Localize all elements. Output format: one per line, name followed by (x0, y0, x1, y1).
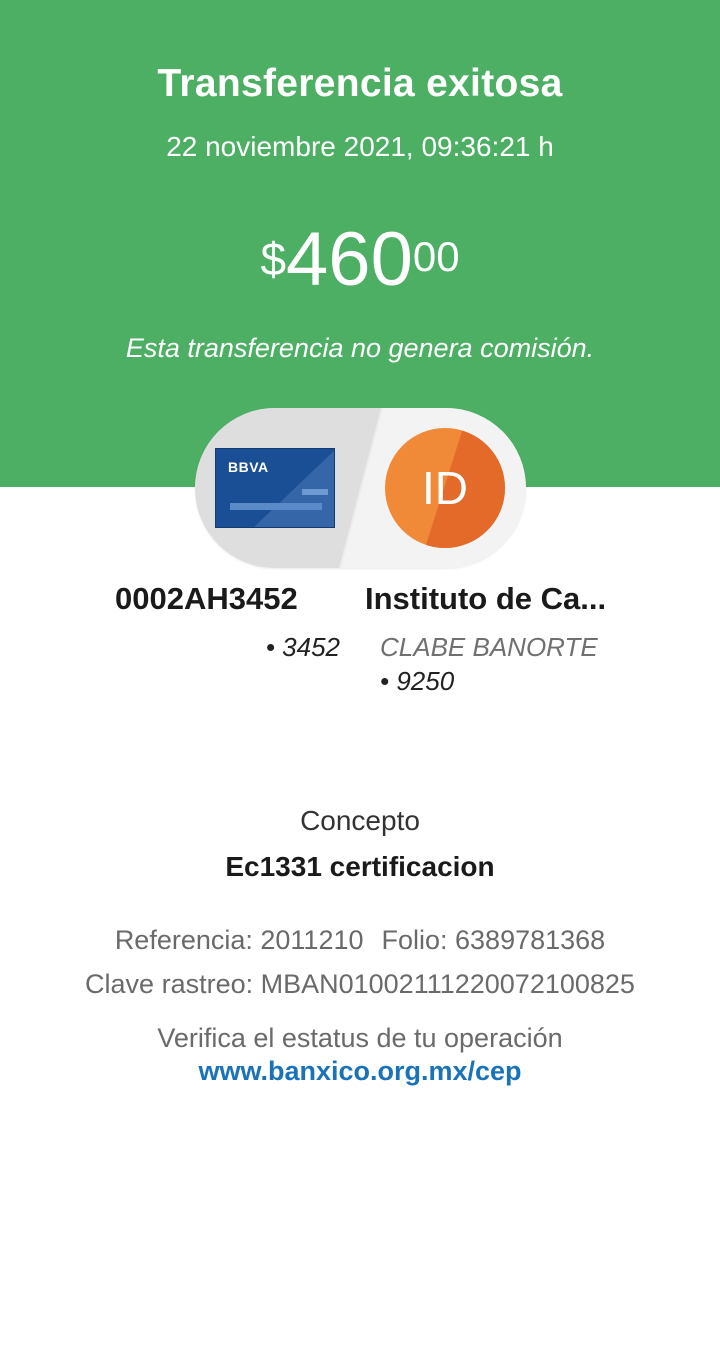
reference-line: Referencia: 2011210 Folio: 6389781368 (0, 925, 720, 956)
transfer-parties-pill: BBVA ID (195, 408, 526, 568)
recipient-name: Instituto de Ca... (365, 581, 607, 616)
transfer-receipt-screen: Transferencia exitosa 22 noviembre 2021,… (0, 0, 720, 1361)
banxico-cep-link[interactable]: www.banxico.org.mx/cep (0, 1056, 720, 1087)
transfer-datetime: 22 noviembre 2021, 09:36:21 h (166, 131, 554, 162)
fee-note: Esta transferencia no genera comisión. (125, 333, 595, 363)
amount-decimals: 00 (412, 233, 460, 280)
avatar-initials: ID (422, 462, 468, 514)
transfer-amount: $46000 (0, 222, 720, 298)
concept-value: Ec1331 certificacion (225, 851, 495, 882)
folio-number: Folio: 6389781368 (381, 925, 606, 955)
source-account-tail: • 3452 (265, 632, 340, 662)
amount-integer: 460 (286, 217, 413, 302)
amount-currency: $ (260, 233, 287, 285)
recipient-bank: CLABE BANORTE (380, 632, 598, 662)
card-brand-logo: BBVA (228, 459, 269, 475)
source-account-name: 0002AH3452 (115, 581, 298, 616)
verify-status-text: Verifica el estatus de tu operación (157, 1023, 563, 1053)
bank-card-icon: BBVA (215, 448, 335, 528)
page-title: Transferencia exitosa (157, 62, 563, 105)
recipient-account-tail: • 9250 (380, 666, 455, 696)
reference-number: Referencia: 2011210 (114, 925, 364, 955)
concept-label: Concepto (300, 805, 420, 836)
recipient-avatar: ID (385, 428, 505, 548)
tracking-key: Clave rastreo: MBAN01002111220072100825 (85, 969, 635, 999)
